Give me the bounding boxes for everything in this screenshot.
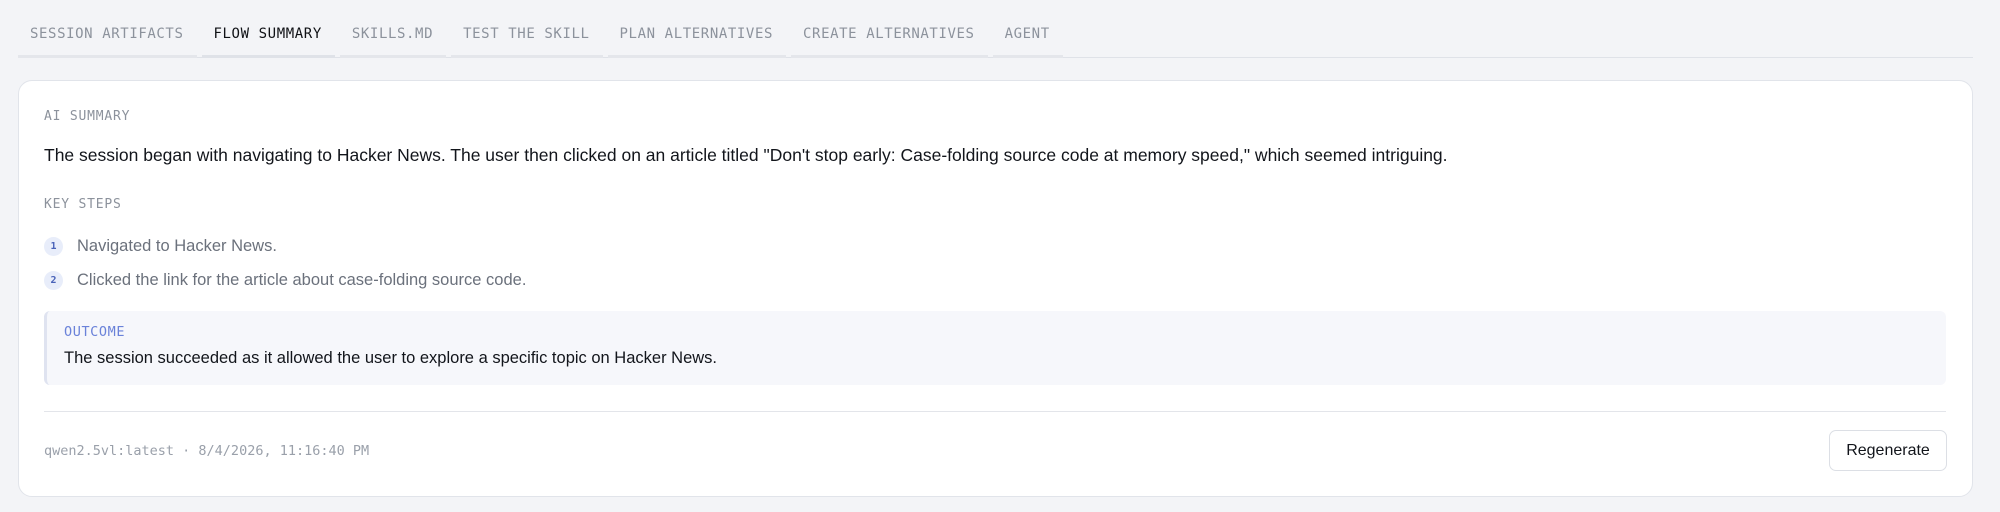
model-timestamp-meta: qwen2.5vl:latest · 8/4/2026, 11:16:40 PM [44, 443, 370, 459]
page: SESSION ARTIFACTS FLOW SUMMARY SKILLS.MD… [0, 0, 2000, 512]
tab-flow-summary[interactable]: FLOW SUMMARY [201, 17, 335, 58]
step-text: Clicked the link for the article about c… [77, 270, 527, 289]
tab-session-artifacts[interactable]: SESSION ARTIFACTS [18, 17, 197, 58]
tab-test-the-skill[interactable]: TEST THE SKILL [451, 17, 603, 58]
ai-summary-text: The session began with navigating to Hac… [44, 145, 1448, 165]
tab-skills-md[interactable]: SKILLS.MD [339, 17, 447, 58]
tab-create-alternatives[interactable]: CREATE ALTERNATIVES [791, 17, 988, 58]
key-steps-list: 1 Navigated to Hacker News. 2 Clicked th… [44, 229, 526, 297]
list-item: 2 Clicked the link for the article about… [44, 263, 526, 297]
step-number-badge: 2 [44, 270, 63, 290]
outcome-callout: OUTCOME The session succeeded as it allo… [44, 311, 1946, 385]
step-number-badge: 1 [44, 236, 63, 256]
tab-plan-alternatives[interactable]: PLAN ALTERNATIVES [607, 17, 787, 58]
step-text: Navigated to Hacker News. [77, 236, 277, 255]
divider [44, 411, 1946, 412]
regenerate-button[interactable]: Regenerate [1829, 430, 1947, 471]
key-steps-label: KEY STEPS [44, 197, 122, 212]
tab-bar: SESSION ARTIFACTS FLOW SUMMARY SKILLS.MD… [18, 0, 1973, 58]
ai-summary-label: AI SUMMARY [44, 109, 131, 124]
list-item: 1 Navigated to Hacker News. [44, 229, 526, 263]
outcome-text: The session succeeded as it allowed the … [64, 349, 717, 367]
summary-card: AI SUMMARY The session began with naviga… [18, 80, 1973, 497]
tab-agent[interactable]: AGENT [992, 17, 1063, 58]
outcome-label: OUTCOME [64, 324, 126, 340]
